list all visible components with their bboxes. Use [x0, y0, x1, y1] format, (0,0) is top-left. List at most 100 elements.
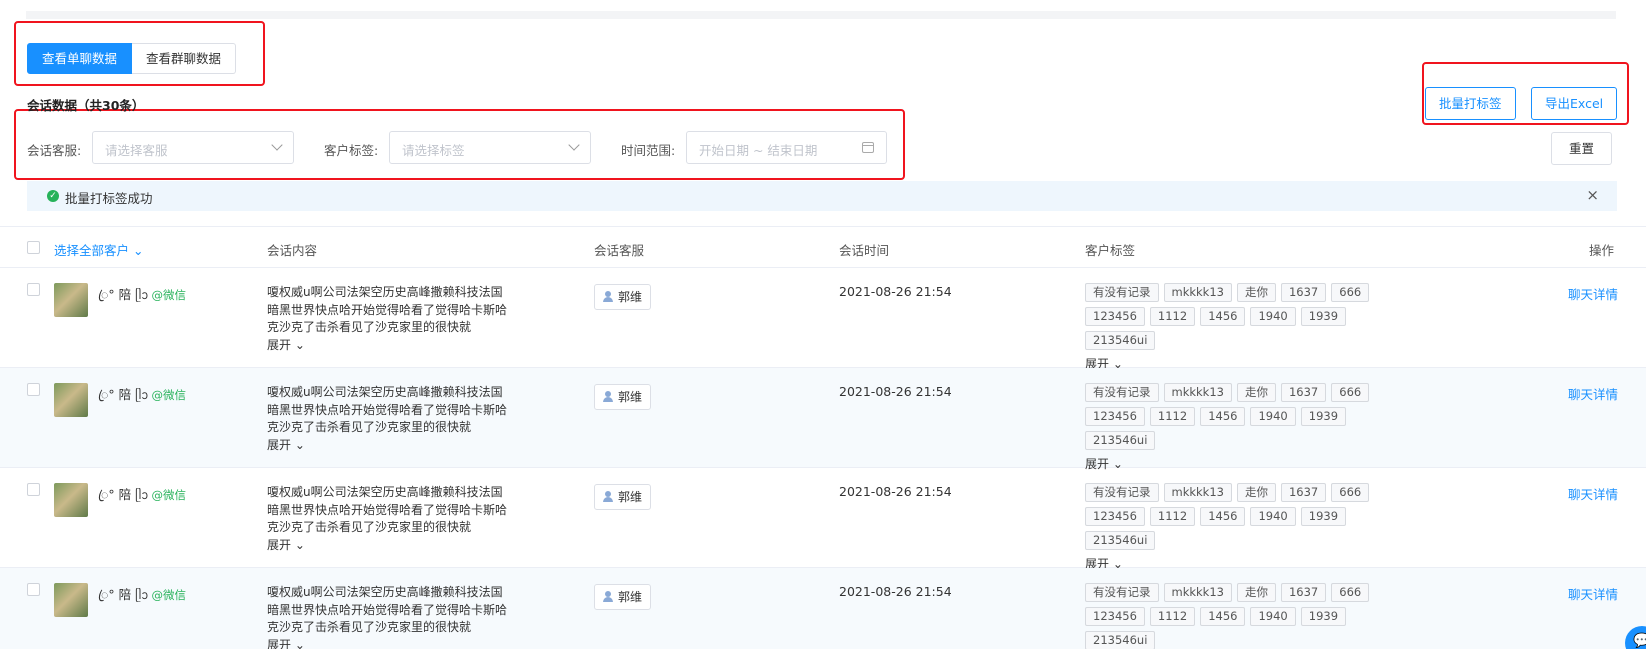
customer-tag: 213546ui	[1085, 531, 1156, 550]
staff-name: 郭维	[618, 490, 643, 504]
customer-tag: 有没有记录	[1085, 383, 1159, 402]
staff-filter-label: 会话客服:	[27, 143, 82, 158]
customer-tags: 有没有记录 mkkkk13 走你 1637 666 123456 1112 1456 1940 1…	[1085, 583, 1405, 649]
customer-tag: 1456	[1200, 307, 1246, 326]
customer-tag: 1940	[1250, 607, 1296, 626]
row-checkbox[interactable]	[27, 383, 40, 396]
conversation-text: 嗄权威u啊公司法架空历史高峰撒赖科技法国暗黑世界快点哈开始觉得哈看了觉得哈卡斯哈…	[267, 585, 508, 634]
wechat-source: @微信	[151, 388, 186, 402]
header-time: 会话时间	[839, 243, 890, 258]
chat-detail-link[interactable]: 聊天详情	[1568, 584, 1618, 603]
customer-name: ꦿ° 陪 ᥫᩣ @微信	[98, 584, 186, 611]
conversation-content: 嗄权威u啊公司法架空历史高峰撒赖科技法国暗黑世界快点哈开始觉得哈看了觉得哈卡斯哈…	[267, 284, 507, 354]
conversation-text: 嗄权威u啊公司法架空历史高峰撒赖科技法国暗黑世界快点哈开始觉得哈看了觉得哈卡斯哈…	[267, 285, 508, 334]
conversation-content: 嗄权威u啊公司法架空历史高峰撒赖科技法国暗黑世界快点哈开始觉得哈看了觉得哈卡斯哈…	[267, 484, 507, 554]
conversation-content: 嗄权威u啊公司法架空历史高峰撒赖科技法国暗黑世界快点哈开始觉得哈看了觉得哈卡斯哈…	[267, 584, 507, 649]
export-excel-button[interactable]: 导出Excel	[1531, 87, 1618, 120]
time-filter-label: 时间范围:	[621, 143, 676, 158]
customer-tag: 1637	[1280, 383, 1327, 402]
content-expand-toggle[interactable]: 展开 ⌄	[267, 437, 507, 455]
customer-tags: 有没有记录 mkkkk13 走你 1637 666 123456 1112 1456 1940 1…	[1085, 283, 1405, 372]
table-header: 选择全部客户 ⌄ 会话内容 会话客服 会话时间 客户标签 操作	[0, 226, 1646, 268]
customer-tag: 1940	[1250, 307, 1296, 326]
customer-tag: 走你	[1236, 583, 1276, 602]
customer-tag: 666	[1331, 283, 1370, 302]
customer-tag: 1637	[1280, 283, 1327, 302]
customer-tag: 213546ui	[1085, 431, 1156, 450]
alert-message: 批量打标签成功	[65, 191, 153, 206]
customer-tag: 1939	[1300, 307, 1347, 326]
customer-tag: 有没有记录	[1085, 583, 1159, 602]
wechat-source: @微信	[151, 288, 186, 302]
chat-detail-link[interactable]: 聊天详情	[1568, 384, 1618, 403]
customer-tag: 1637	[1280, 583, 1327, 602]
customer-tag: 123456	[1085, 507, 1145, 526]
customer-tag: 1940	[1250, 407, 1296, 426]
chat-detail-link[interactable]: 聊天详情	[1568, 484, 1618, 503]
content-expand-toggle[interactable]: 展开 ⌄	[267, 537, 507, 555]
customer-tag: 有没有记录	[1085, 283, 1159, 302]
customer-tag: 走你	[1236, 483, 1276, 502]
customer-tag: 666	[1331, 483, 1370, 502]
table-row: ꦿ° 陪 ᥫᩣ @微信 嗄权威u啊公司法架空历史高峰撒赖科技法国暗黑世界快点哈开始…	[0, 268, 1646, 371]
staff-badge: 郭维	[594, 584, 652, 610]
user-icon	[603, 591, 613, 602]
data-type-switch: 查看单聊数据 查看群聊数据	[27, 43, 237, 74]
customer-name-text: ꦿ° 陪 ᥫᩣ	[98, 287, 149, 302]
customer-tag: 1456	[1200, 407, 1246, 426]
conversation-time: 2021-08-26 21:54	[839, 584, 952, 599]
customer-tag: 走你	[1236, 283, 1276, 302]
chevron-down-icon	[271, 139, 283, 151]
user-icon	[603, 291, 613, 302]
staff-badge: 郭维	[594, 384, 652, 410]
customer-tag: 1939	[1300, 607, 1347, 626]
row-checkbox[interactable]	[27, 583, 40, 596]
tag-select[interactable]: 请选择标签	[389, 131, 591, 164]
conversation-time: 2021-08-26 21:54	[839, 484, 952, 499]
customer-name-text: ꦿ° 陪 ᥫᩣ	[98, 387, 149, 402]
content-expand-toggle[interactable]: 展开 ⌄	[267, 637, 507, 649]
header-staff: 会话客服	[594, 243, 645, 258]
tab-group-chat[interactable]: 查看群聊数据	[132, 43, 237, 74]
customer-name: ꦿ° 陪 ᥫᩣ @微信	[98, 284, 186, 311]
close-icon[interactable]: ×	[1586, 186, 1599, 204]
conversation-time: 2021-08-26 21:54	[839, 384, 952, 399]
customer-tag: 213546ui	[1085, 331, 1156, 350]
table-row: ꦿ° 陪 ᥫᩣ @微信 嗄权威u啊公司法架空历史高峰撒赖科技法国暗黑世界快点哈开始…	[0, 468, 1646, 571]
customer-name: ꦿ° 陪 ᥫᩣ @微信	[98, 384, 186, 411]
customer-tag: 213546ui	[1085, 631, 1156, 649]
customer-tag: 1456	[1200, 507, 1246, 526]
conversation-table: 选择全部客户 ⌄ 会话内容 会话客服 会话时间 客户标签 操作 ꦿ° 陪 ᥫᩣ @…	[0, 226, 1646, 649]
customer-name-text: ꦿ° 陪 ᥫᩣ	[98, 487, 149, 502]
chat-detail-link[interactable]: 聊天详情	[1568, 284, 1618, 303]
select-all-checkbox[interactable]	[27, 241, 40, 254]
staff-select-placeholder: 请选择客服	[105, 143, 168, 158]
customer-tag: 666	[1331, 583, 1370, 602]
tab-single-chat[interactable]: 查看单聊数据	[27, 43, 133, 74]
wechat-source: @微信	[151, 488, 186, 502]
customer-tag: mkkkk13	[1163, 583, 1232, 602]
customer-tag: 1456	[1200, 607, 1246, 626]
reset-button[interactable]: 重置	[1551, 132, 1613, 165]
header-content: 会话内容	[267, 243, 318, 258]
tag-select-placeholder: 请选择标签	[402, 143, 465, 158]
user-icon	[603, 391, 613, 402]
staff-select[interactable]: 请选择客服	[92, 131, 294, 164]
customer-tag: 123456	[1085, 407, 1145, 426]
content-expand-toggle[interactable]: 展开 ⌄	[267, 337, 507, 355]
customer-tag: 1939	[1300, 507, 1347, 526]
select-all-dropdown[interactable]: 选择全部客户 ⌄	[54, 240, 143, 259]
customer-tag: 1940	[1250, 507, 1296, 526]
avatar	[54, 483, 88, 517]
header-action: 操作	[1589, 243, 1615, 258]
calendar-icon	[862, 142, 874, 153]
staff-name: 郭维	[618, 590, 643, 604]
success-alert: ✓ 批量打标签成功 ×	[27, 181, 1617, 211]
row-checkbox[interactable]	[27, 283, 40, 296]
chevron-down-icon	[568, 139, 580, 151]
row-checkbox[interactable]	[27, 483, 40, 496]
conversation-content: 嗄权威u啊公司法架空历史高峰撒赖科技法国暗黑世界快点哈开始觉得哈看了觉得哈卡斯哈…	[267, 384, 507, 454]
batch-tag-button[interactable]: 批量打标签	[1425, 87, 1516, 120]
date-range-picker[interactable]: 开始日期 ~ 结束日期	[686, 131, 887, 164]
avatar	[54, 583, 88, 617]
